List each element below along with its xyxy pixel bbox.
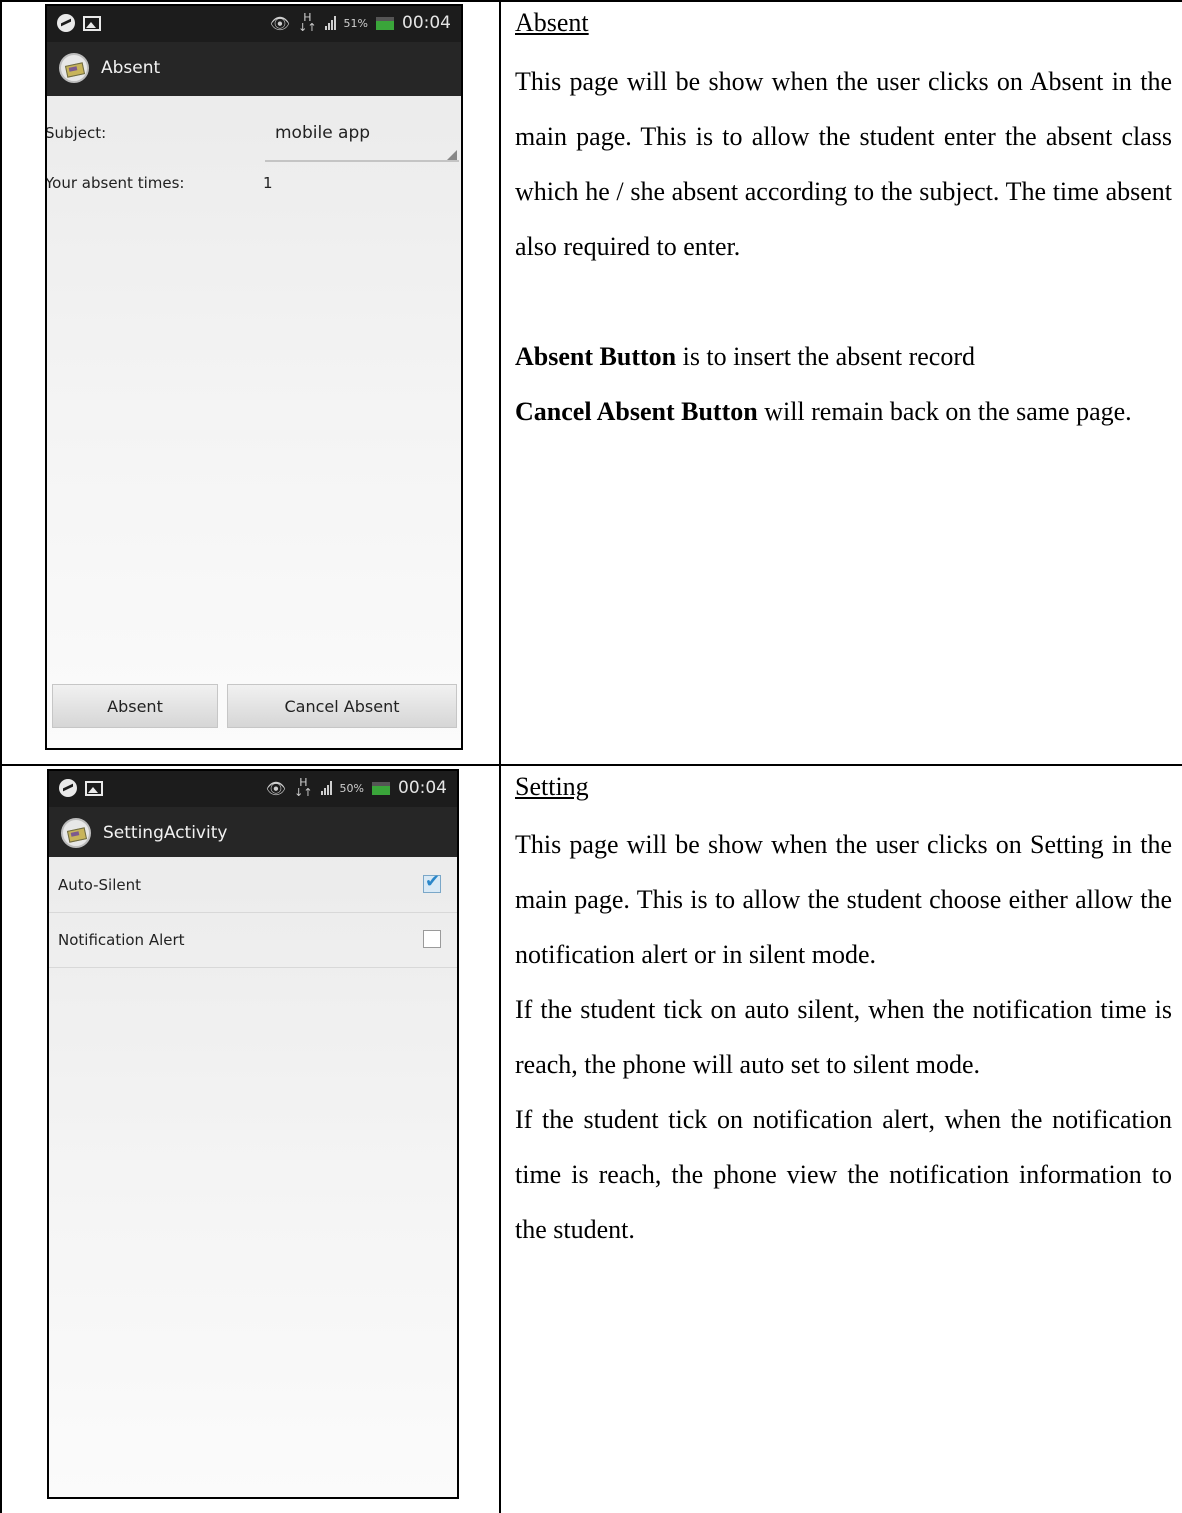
- status-clock: 00:04: [398, 778, 447, 798]
- absent-button-term: Absent Button: [515, 342, 677, 371]
- smart-stay-eye-icon: 👁: [269, 13, 291, 33]
- absent-button[interactable]: Absent: [52, 684, 218, 728]
- setting-description: This page will be show when the user cli…: [515, 817, 1172, 1257]
- absent-button-note: Absent Button is to insert the absent re…: [515, 329, 1172, 384]
- app-icon[interactable]: [59, 53, 89, 83]
- table-border-top: [0, 0, 1182, 2]
- battery-percent: 50%: [339, 781, 364, 795]
- cancel-button-explanation: will remain back on the same page.: [757, 397, 1132, 426]
- app-icon[interactable]: [61, 818, 91, 848]
- setting-phone-screenshot: 👁 H ↓↑ 50% 00:04 SettingActivity Auto-Sil…: [47, 769, 459, 1499]
- setting-paragraph-3: If the student tick on notification aler…: [515, 1105, 1172, 1244]
- action-bar: Absent: [47, 42, 461, 96]
- auto-silent-checkbox[interactable]: [423, 871, 441, 893]
- absent-times-value: 1: [263, 174, 273, 192]
- cancel-button-term: Cancel Absent Button: [515, 397, 758, 426]
- status-bar: 👁 H ↓↑ 51% 00:04: [47, 6, 461, 42]
- table-column-divider: [499, 0, 501, 1513]
- notification-alert-checkbox[interactable]: [423, 930, 441, 948]
- cancel-absent-button[interactable]: Cancel Absent: [227, 684, 457, 728]
- messenger-icon: [57, 14, 75, 32]
- absent-heading: Absent: [515, 8, 589, 37]
- image-notification-icon: [83, 15, 101, 31]
- subject-label: Subject:: [45, 124, 107, 142]
- signal-icon: [324, 16, 336, 30]
- auto-silent-label: Auto-Silent: [58, 876, 141, 894]
- absent-times-label: Your absent times:: [45, 174, 185, 192]
- hspa-data-icon: H ↓↑: [294, 776, 313, 799]
- screen-title: SettingActivity: [103, 823, 228, 843]
- setting-heading: Setting: [515, 772, 589, 801]
- status-bar: 👁 H ↓↑ 50% 00:04: [49, 771, 457, 807]
- signal-icon: [320, 781, 332, 795]
- hspa-data-icon: H ↓↑: [298, 11, 317, 34]
- setting-paragraph-1: This page will be show when the user cli…: [515, 830, 1172, 969]
- absent-button-explanation: is to insert the absent record: [676, 342, 976, 371]
- table-row-divider: [0, 764, 1182, 766]
- battery-icon: [372, 781, 390, 795]
- image-notification-icon: [85, 780, 103, 796]
- table-border-left: [0, 0, 2, 1513]
- notification-alert-row[interactable]: Notification Alert: [49, 913, 457, 968]
- battery-percent: 51%: [343, 16, 368, 30]
- subject-spinner-underline[interactable]: [265, 160, 459, 162]
- absent-paragraph: This page will be show when the user cli…: [515, 67, 1172, 261]
- subject-spinner-value[interactable]: mobile app: [275, 123, 370, 143]
- smart-stay-eye-icon: 👁: [265, 778, 287, 798]
- spinner-dropdown-icon[interactable]: [447, 150, 457, 160]
- screen-title: Absent: [101, 58, 161, 78]
- messenger-icon: [59, 779, 77, 797]
- absent-phone-screenshot: 👁 H ↓↑ 51% 00:04 Absent Subject: mobile a…: [45, 4, 463, 750]
- absent-description: This page will be show when the user cli…: [515, 54, 1172, 439]
- auto-silent-row[interactable]: Auto-Silent: [49, 858, 457, 913]
- status-clock: 00:04: [402, 13, 451, 33]
- battery-icon: [376, 16, 394, 30]
- action-bar: SettingActivity: [49, 807, 457, 857]
- cancel-button-note: Cancel Absent Button will remain back on…: [515, 384, 1172, 439]
- notification-alert-label: Notification Alert: [58, 931, 185, 949]
- setting-paragraph-2: If the student tick on auto silent, when…: [515, 995, 1172, 1079]
